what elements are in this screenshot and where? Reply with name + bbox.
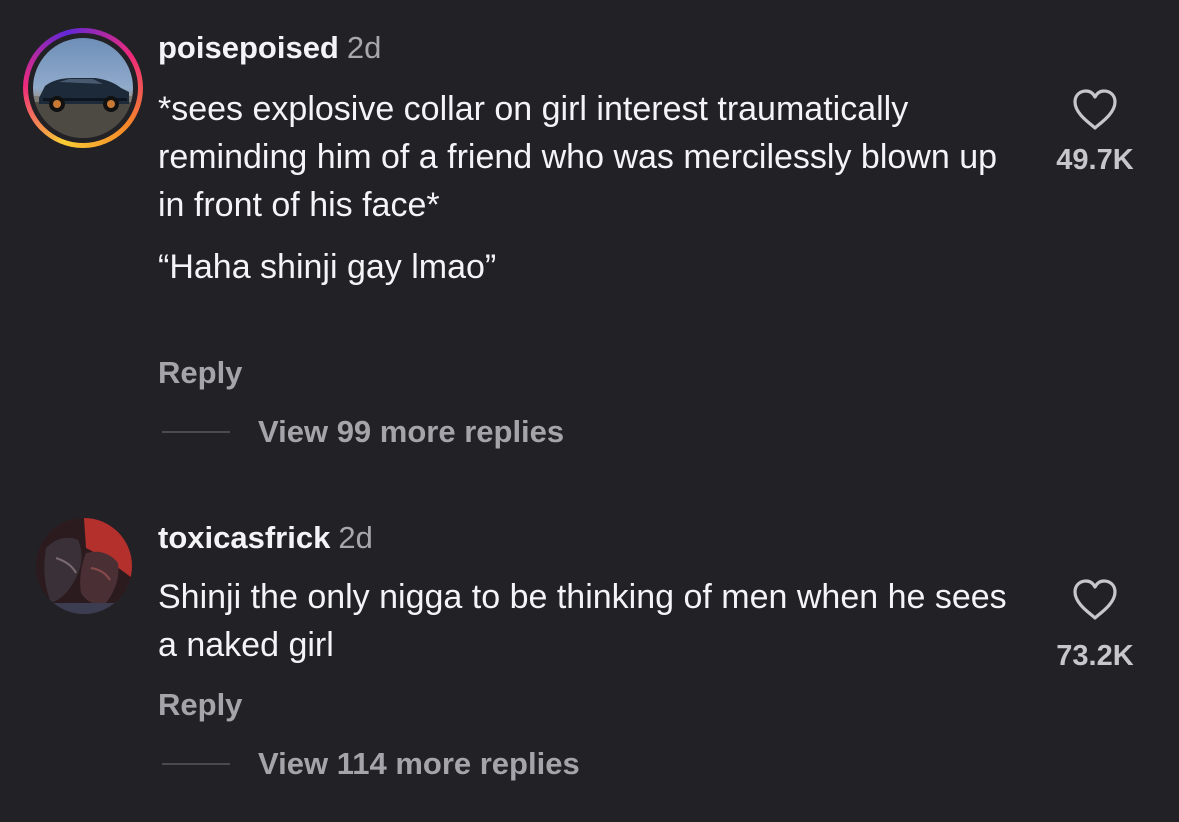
comment-timestamp: 2d (338, 520, 373, 555)
heart-outline-icon[interactable] (1071, 578, 1119, 622)
reply-button[interactable]: Reply (158, 687, 242, 723)
like-column: 73.2K (1030, 578, 1160, 673)
avatar[interactable] (36, 518, 132, 614)
comment-body: *sees explosive collar on girl interest … (158, 85, 1018, 291)
comment-username[interactable]: toxicasfrick 2d (158, 520, 373, 556)
heart-outline-icon[interactable] (1071, 88, 1119, 132)
avatar-image (33, 38, 133, 138)
username-text[interactable]: poisepoised (158, 30, 339, 65)
like-column: 49.7K (1030, 88, 1160, 177)
comment-timestamp: 2d (346, 30, 382, 65)
avatar[interactable] (23, 28, 143, 148)
reply-button[interactable]: Reply (158, 355, 242, 391)
comment-username[interactable]: poisepoised 2d (158, 30, 381, 66)
comment-paragraph: “Haha shinji gay lmao” (158, 248, 497, 286)
view-more-replies-label: View 99 more replies (258, 414, 565, 449)
like-count: 73.2K (1056, 640, 1134, 672)
view-more-replies-label: View 114 more replies (258, 746, 580, 781)
view-more-replies-button[interactable]: View 99 more replies (162, 412, 564, 452)
username-text[interactable]: toxicasfrick (158, 520, 330, 555)
car-photo (33, 78, 133, 138)
like-count: 49.7K (1056, 144, 1134, 176)
comment-paragraph: *sees explosive collar on girl interest … (158, 90, 998, 224)
comment: toxicasfrick 2d Shinji the only nigga to … (0, 500, 1179, 822)
replies-divider-line (162, 763, 230, 765)
replies-divider-line (162, 431, 230, 433)
view-more-replies-button[interactable]: View 114 more replies (162, 744, 580, 784)
comment-body: Shinji the only nigga to be thinking of … (158, 573, 1018, 669)
comment: poisepoised 2d *sees explosive collar on … (0, 0, 1179, 470)
avatar-image (36, 518, 132, 614)
comment-paragraph: Shinji the only nigga to be thinking of … (158, 578, 1007, 664)
